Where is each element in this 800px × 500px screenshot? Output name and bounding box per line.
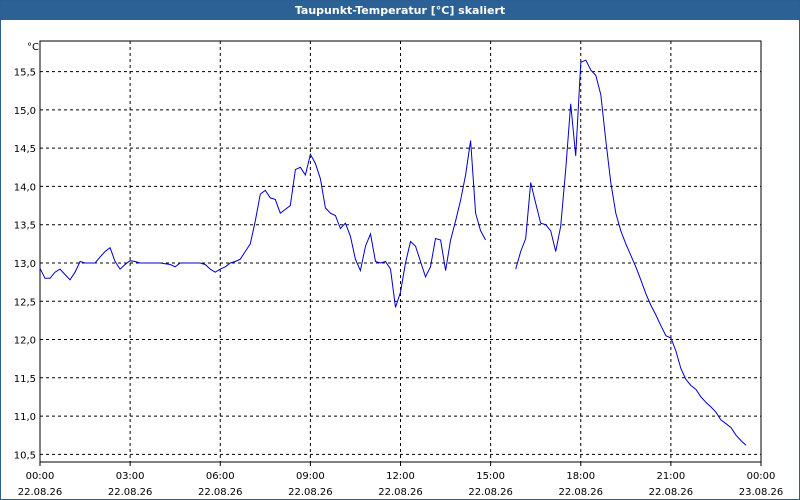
x-tick-time: 18:00	[566, 471, 595, 482]
y-tick-label: 14,0	[14, 182, 36, 193]
x-tick-time: 03:00	[116, 471, 145, 482]
x-tick-time: 15:00	[476, 471, 505, 482]
y-tick-label: 11,0	[14, 412, 36, 423]
x-tick-date: 22.08.26	[378, 487, 423, 498]
x-tick-date: 22.08.26	[649, 487, 694, 498]
window-title: Taupunkt-Temperatur [°C] skaliert	[1, 1, 799, 20]
chart-window: Taupunkt-Temperatur [°C] skaliert °C 10,…	[0, 0, 800, 500]
x-tick-date: 22.08.26	[558, 487, 603, 498]
y-tick-label: 13,0	[14, 259, 36, 270]
y-tick-label: 12,0	[14, 336, 36, 347]
y-axis-unit: °C	[27, 42, 39, 53]
x-tick-date: 22.08.26	[18, 487, 63, 498]
y-tick-label: 13,5	[14, 221, 36, 232]
y-tick-label: 15,5	[14, 68, 36, 79]
x-tick-time: 06:00	[206, 471, 235, 482]
y-tick-label: 10,5	[14, 450, 36, 461]
x-tick-date: 22.08.26	[198, 487, 243, 498]
y-tick-labels: 10,5 11,0 11,5 12,0 12,5 13,0 13,5 14,0 14,5 15,0…	[14, 68, 36, 462]
x-tick-date: 23.08.26	[739, 487, 784, 498]
x-tick-date: 22.08.26	[468, 487, 513, 498]
x-tick-time: 00:00	[747, 471, 776, 482]
x-tick-labels: 00:00 22.08.26 03:00 22.08.26 06:00 22.08.26 0…	[18, 471, 784, 498]
x-tick-time: 21:00	[656, 471, 685, 482]
dewpoint-line-chart: °C 10,511,011,512,012,513,013,514,014,51…	[14, 40, 784, 498]
x-tick-time: 00:00	[26, 471, 55, 482]
x-tick-time: 12:00	[386, 471, 415, 482]
x-tick-date: 22.08.26	[108, 487, 153, 498]
y-tick-label: 11,5	[14, 374, 36, 385]
y-tick-label: 14,5	[14, 144, 36, 155]
y-tick-label: 12,5	[14, 297, 36, 308]
y-tick-label: 15,0	[14, 106, 36, 117]
x-tick-date: 22.08.26	[288, 487, 333, 498]
x-tick-time: 09:00	[296, 471, 325, 482]
